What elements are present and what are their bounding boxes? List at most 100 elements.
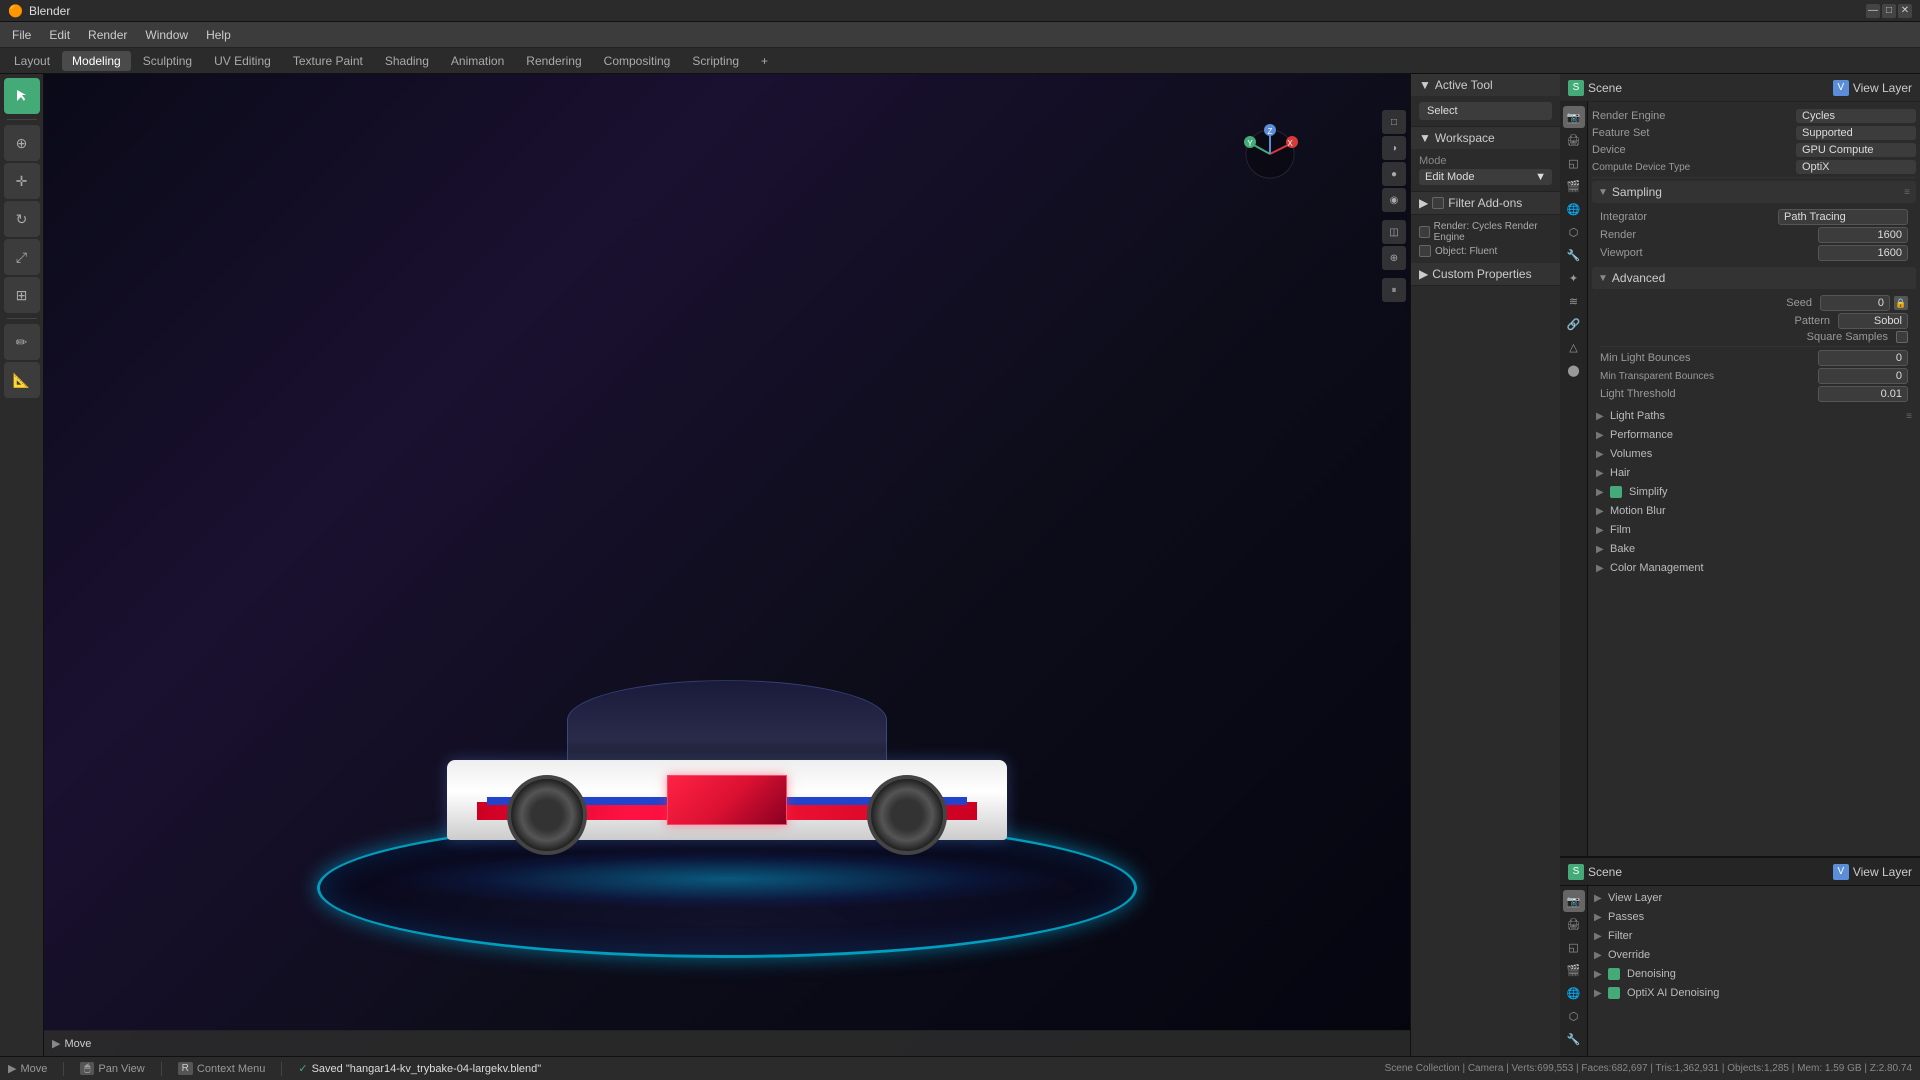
prop-icon-scene[interactable]: 🎬 <box>1563 175 1585 197</box>
pattern-input[interactable] <box>1838 313 1908 329</box>
prop-icon-modifier[interactable]: 🔧 <box>1563 244 1585 266</box>
menu-file[interactable]: File <box>4 25 39 45</box>
tab-add[interactable]: + <box>751 51 778 71</box>
tool-rotate[interactable]: ↻ <box>4 201 40 237</box>
advanced-section-header[interactable]: ▼ Advanced <box>1592 267 1916 289</box>
tool-scale[interactable]: ⤢ <box>4 239 40 275</box>
vl-icon-view[interactable]: ◱ <box>1563 936 1585 958</box>
tab-animation[interactable]: Animation <box>441 51 514 71</box>
prop-icon-object[interactable]: ⬡ <box>1563 221 1585 243</box>
motion-blur-header[interactable]: ▶ Motion Blur <box>1592 502 1916 520</box>
tab-layout[interactable]: Layout <box>4 51 60 71</box>
tool-transform[interactable]: ⊞ <box>4 277 40 313</box>
seed-input[interactable] <box>1820 295 1890 311</box>
statusbar-pan: 🖱 Pan View <box>80 1062 144 1075</box>
tab-uv-editing[interactable]: UV Editing <box>204 51 281 71</box>
statusbar-sep-1 <box>63 1062 64 1076</box>
edit-mode-dropdown[interactable]: Edit Mode ▼ <box>1419 169 1552 185</box>
performance-header[interactable]: ▶ Performance <box>1592 426 1916 444</box>
n-active-tool-header[interactable]: ▼ Active Tool <box>1411 74 1560 96</box>
vl-icon-scene[interactable]: 🎬 <box>1563 959 1585 981</box>
light-paths-header[interactable]: ▶ Light Paths ≡ <box>1592 407 1916 425</box>
square-samples-checkbox[interactable] <box>1896 331 1908 343</box>
tab-rendering[interactable]: Rendering <box>516 51 591 71</box>
tool-select[interactable] <box>4 78 40 114</box>
vl-icon-output[interactable]: 🖨 <box>1563 913 1585 935</box>
min-light-input[interactable] <box>1818 350 1908 366</box>
viewport-samples-input[interactable] <box>1818 245 1908 261</box>
viewport-gizmo-toggle[interactable]: ⊕ <box>1382 246 1406 270</box>
viewport-shading-render[interactable]: ◉ <box>1382 188 1406 212</box>
blender-logo: 🟠 <box>8 4 23 18</box>
vl-view-layer-sec-header[interactable]: ▶ View Layer <box>1590 889 1918 907</box>
prop-icon-physics[interactable]: ≋ <box>1563 290 1585 312</box>
close-button[interactable]: ✕ <box>1898 4 1912 18</box>
tab-modeling[interactable]: Modeling <box>62 51 131 71</box>
view-layer-label: View Layer <box>1853 81 1912 95</box>
viewport[interactable]: Object Mode ▼ View Select Add Object ⊙ L… <box>44 74 1410 1056</box>
tab-sculpting[interactable]: Sculpting <box>133 51 202 71</box>
tab-compositing[interactable]: Compositing <box>594 51 681 71</box>
vl-icon-world[interactable]: 🌐 <box>1563 982 1585 1004</box>
vl-passes-header[interactable]: ▶ Passes <box>1590 908 1918 926</box>
color-management-header[interactable]: ▶ Color Management <box>1592 559 1916 577</box>
select-tool-btn[interactable]: Select <box>1419 102 1552 120</box>
bake-header[interactable]: ▶ Bake <box>1592 540 1916 558</box>
prop-icon-constraints[interactable]: 🔗 <box>1563 313 1585 335</box>
prop-icon-world[interactable]: 🌐 <box>1563 198 1585 220</box>
vl-denoising-header[interactable]: ▶ Denoising <box>1590 965 1918 983</box>
prop-icon-particles[interactable]: ✦ <box>1563 267 1585 289</box>
tab-shading[interactable]: Shading <box>375 51 439 71</box>
viewport-shading-solid[interactable]: ◑ <box>1382 136 1406 160</box>
menu-render[interactable]: Render <box>80 25 135 45</box>
tab-texture-paint[interactable]: Texture Paint <box>283 51 373 71</box>
seed-lock[interactable]: 🔒 <box>1894 296 1908 310</box>
viewport-shading-material[interactable]: ● <box>1382 162 1406 186</box>
vl-icon-object[interactable]: ⬡ <box>1563 1005 1585 1027</box>
car-wheel-right <box>867 775 947 855</box>
pause-render[interactable]: ⏸ <box>1382 278 1406 302</box>
volumes-header[interactable]: ▶ Volumes <box>1592 445 1916 463</box>
prop-icon-data[interactable]: △ <box>1563 336 1585 358</box>
n-filter-addons-header[interactable]: ▶ Filter Add-ons <box>1411 192 1560 214</box>
n-workspace-header[interactable]: ▼ Workspace <box>1411 127 1560 149</box>
tool-cursor[interactable]: ⊕ <box>4 125 40 161</box>
min-transparent-input[interactable] <box>1818 368 1908 384</box>
integrator-input[interactable] <box>1778 209 1908 225</box>
tool-annotate[interactable]: ✏ <box>4 324 40 360</box>
menu-window[interactable]: Window <box>137 25 196 45</box>
vl-icon-modifier[interactable]: 🔧 <box>1563 1028 1585 1050</box>
render-cycles-checkbox[interactable] <box>1419 226 1430 238</box>
prop-icon-render[interactable]: 📷 <box>1563 106 1585 128</box>
prop-icon-material[interactable]: ⬤ <box>1563 359 1585 381</box>
menu-help[interactable]: Help <box>198 25 239 45</box>
viewport-3d-scene[interactable]: □ ◑ ● ◉ ◫ ⊕ ⏸ X <box>44 74 1410 1056</box>
vl-icon-render[interactable]: 📷 <box>1563 890 1585 912</box>
n-custom-props-section: ▶ Custom Properties <box>1411 263 1560 286</box>
prop-icon-view-layer[interactable]: ◱ <box>1563 152 1585 174</box>
menu-edit[interactable]: Edit <box>41 25 78 45</box>
vl-override-header[interactable]: ▶ Override <box>1590 946 1918 964</box>
tool-move[interactable]: ✛ <box>4 163 40 199</box>
sampling-section-header[interactable]: ▼ Sampling ≡ <box>1592 181 1916 203</box>
sampling-options-icon[interactable]: ≡ <box>1904 187 1910 198</box>
film-header[interactable]: ▶ Film <box>1592 521 1916 539</box>
n-custom-props-header[interactable]: ▶ Custom Properties <box>1411 263 1560 285</box>
render-samples-input[interactable] <box>1818 227 1908 243</box>
prop-icon-output[interactable]: 🖨 <box>1563 129 1585 151</box>
adv-divider <box>1600 346 1908 347</box>
tab-scripting[interactable]: Scripting <box>682 51 749 71</box>
object-fluent-checkbox[interactable] <box>1419 245 1431 257</box>
light-threshold-input[interactable] <box>1818 386 1908 402</box>
maximize-button[interactable]: □ <box>1882 4 1896 18</box>
hair-header[interactable]: ▶ Hair <box>1592 464 1916 482</box>
minimize-button[interactable]: — <box>1866 4 1880 18</box>
vl-optix-header[interactable]: ▶ OptiX AI Denoising <box>1590 984 1918 1002</box>
tool-measure[interactable]: 📐 <box>4 362 40 398</box>
light-paths-options[interactable]: ≡ <box>1906 411 1912 422</box>
3d-scene-content <box>44 74 1410 1056</box>
simplify-header[interactable]: ▶ Simplify <box>1592 483 1916 501</box>
vl-filter-header[interactable]: ▶ Filter <box>1590 927 1918 945</box>
viewport-shading-wire[interactable]: □ <box>1382 110 1406 134</box>
viewport-overlays-toggle[interactable]: ◫ <box>1382 220 1406 244</box>
